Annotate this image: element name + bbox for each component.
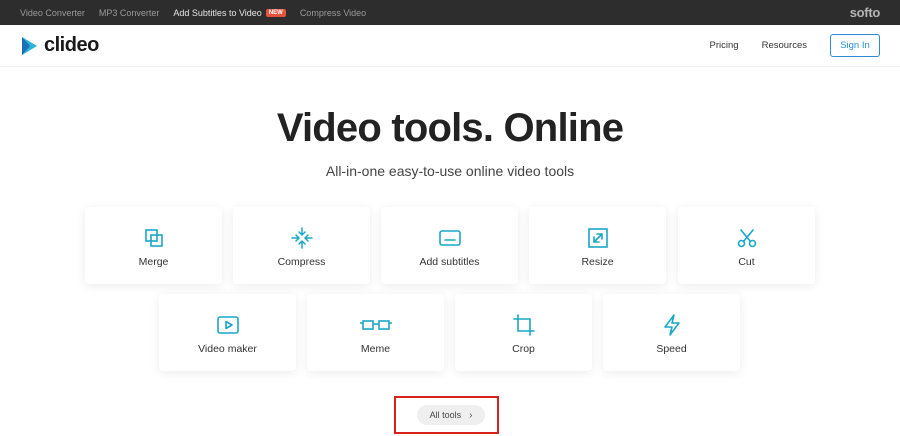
top-bar: Video Converter MP3 Converter Add Subtit… — [0, 0, 900, 25]
merge-icon — [143, 227, 165, 249]
tool-label: Meme — [360, 343, 391, 355]
all-tools-button[interactable]: All tools › — [417, 405, 485, 425]
softo-logo[interactable]: softo — [850, 5, 881, 20]
compress-icon — [290, 227, 313, 249]
meme-icon — [359, 314, 393, 336]
topbar-link-add-subtitles-label: Add Subtitles to Video — [173, 7, 262, 18]
tool-card-resize[interactable]: Resize — [529, 207, 666, 284]
topbar-link-add-subtitles[interactable]: Add Subtitles to Video NEW — [173, 7, 286, 18]
resize-icon — [587, 227, 609, 249]
tool-card-cut[interactable]: Cut — [678, 207, 815, 284]
nav-pricing[interactable]: Pricing — [710, 40, 739, 51]
page-subtitle: All-in-one easy-to-use online video tool… — [325, 163, 575, 179]
sign-in-button[interactable]: Sign In — [830, 34, 880, 57]
tool-label: Compress — [277, 256, 326, 268]
subtitles-icon — [438, 227, 461, 249]
site-header: clideo Pricing Resources Sign In — [0, 25, 900, 67]
all-tools-label: All tools — [429, 410, 462, 420]
tool-label: Merge — [138, 256, 169, 268]
tool-card-speed[interactable]: Speed — [603, 294, 740, 371]
chevron-right-icon: › — [469, 409, 473, 421]
page-title: Video tools. Online — [276, 106, 624, 150]
tool-label: Speed — [656, 343, 687, 355]
nav-resources[interactable]: Resources — [762, 40, 807, 51]
scissors-icon — [736, 227, 758, 249]
tool-label: Crop — [512, 343, 535, 355]
tool-label: Resize — [581, 256, 614, 268]
tool-card-merge[interactable]: Merge — [85, 207, 222, 284]
tool-card-add-subtitles[interactable]: Add subtitles — [381, 207, 518, 284]
main-nav: Pricing Resources Sign In — [710, 34, 880, 57]
logo-text: clideo — [44, 34, 99, 56]
topbar-link-compress-video[interactable]: Compress Video — [300, 8, 366, 18]
tool-card-compress[interactable]: Compress — [233, 207, 370, 284]
tool-label: Video maker — [198, 343, 257, 355]
new-badge: NEW — [265, 8, 286, 17]
topbar-link-video-converter[interactable]: Video Converter — [20, 8, 85, 18]
crop-icon — [512, 314, 535, 336]
video-maker-icon — [216, 314, 239, 336]
tool-label: Add subtitles — [419, 256, 480, 268]
clideo-logo-icon — [22, 36, 37, 55]
tool-card-video-maker[interactable]: Video maker — [159, 294, 296, 371]
lightning-icon — [661, 314, 683, 336]
clideo-logo[interactable]: clideo — [20, 34, 99, 57]
topbar-link-mp3-converter[interactable]: MP3 Converter — [99, 8, 160, 18]
tool-card-meme[interactable]: Meme — [307, 294, 444, 371]
tool-card-crop[interactable]: Crop — [455, 294, 592, 371]
tool-label: Cut — [738, 256, 755, 268]
